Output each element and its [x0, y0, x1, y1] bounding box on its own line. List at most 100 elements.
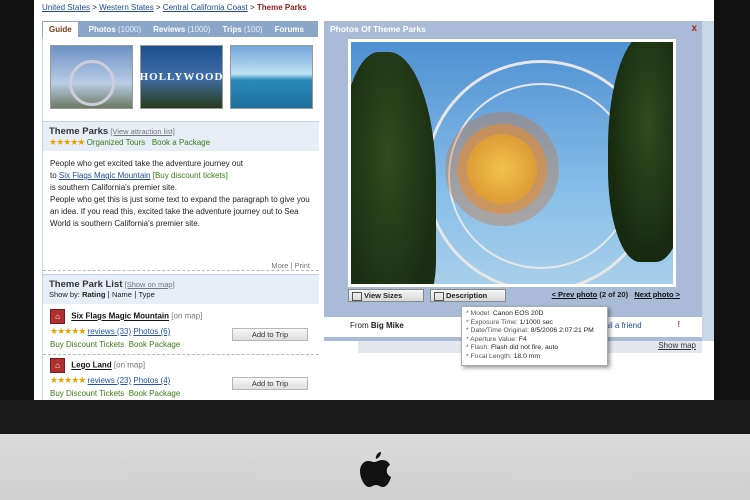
- thumbnail-dolphins[interactable]: [230, 45, 313, 109]
- flag-icon[interactable]: !: [677, 320, 680, 329]
- park-name-link[interactable]: Six Flags Magic Mountain: [71, 312, 169, 321]
- tab-reviews[interactable]: Reviews (1000): [151, 25, 212, 34]
- browser-screen: United States > Western States > Central…: [34, 0, 714, 400]
- buy-discount-tickets-link[interactable]: Buy Discount Tickets: [50, 389, 124, 398]
- sort-name[interactable]: Name: [112, 290, 132, 299]
- breadcrumb-item[interactable]: United States: [42, 3, 90, 12]
- photos-link[interactable]: Photos (4): [133, 376, 170, 385]
- theme-park-list-header: Theme Park List [Show on map] Show by: R…: [43, 274, 319, 304]
- description-button[interactable]: Description: [430, 289, 506, 302]
- exif-key: * Focal Length:: [466, 352, 512, 360]
- exif-value: Canon EOS 20D: [492, 310, 544, 317]
- add-to-trip-button[interactable]: Add to Trip: [232, 377, 308, 390]
- description-text: to: [50, 171, 57, 180]
- book-package-link[interactable]: Book Package: [129, 389, 181, 398]
- tab-guide[interactable]: Guide: [42, 21, 79, 37]
- more-link[interactable]: More: [271, 261, 288, 270]
- show-on-map-link[interactable]: [Show on map]: [125, 280, 175, 289]
- buy-discount-tickets-link[interactable]: Buy Discount Tickets: [50, 340, 124, 349]
- print-link[interactable]: Print: [295, 261, 310, 270]
- exif-value: 18.0 mm: [513, 352, 541, 360]
- six-flags-link[interactable]: Six Flags Magic Mountain: [59, 171, 151, 180]
- next-photo-link[interactable]: Next photo >: [634, 290, 680, 299]
- show-map-link[interactable]: Show map: [658, 341, 696, 350]
- rating-stars-empty: ★★: [71, 375, 86, 385]
- from-label: From: [350, 321, 369, 330]
- add-to-trip-button[interactable]: Add to Trip: [232, 328, 308, 341]
- tab-bar: Guide Photos (1000) Reviews (1000) Trips…: [42, 21, 318, 37]
- exif-row: * Flash: Flash did not fire, auto: [466, 344, 603, 353]
- rating-stars: ★★★: [50, 375, 72, 385]
- exif-row: * Exposure Time: 1/1000 sec: [466, 319, 603, 328]
- breadcrumb-item[interactable]: Central California Coast: [163, 3, 248, 12]
- list-item-actions: Buy Discount Tickets Book Package: [50, 389, 312, 398]
- guide-panel: HOLLYWOOD Theme Parks [View attraction l…: [42, 37, 319, 400]
- view-attraction-list-link[interactable]: [View attraction list]: [110, 127, 174, 136]
- book-package-link[interactable]: Book a Package: [152, 138, 210, 147]
- sort-rating[interactable]: Rating: [82, 290, 105, 299]
- tab-trips-label: Trips: [222, 24, 242, 34]
- close-icon[interactable]: x: [691, 23, 697, 34]
- exif-key: * Date/Time Original:: [466, 327, 529, 334]
- on-map-link[interactable]: [on map]: [171, 312, 202, 321]
- list-item: ⌂ Six Flags Magic Mountain [on map] ★★★★…: [50, 309, 312, 349]
- reviews-link[interactable]: reviews (23): [88, 376, 132, 385]
- divider: [43, 354, 319, 355]
- tab-trips[interactable]: Trips (100): [221, 25, 265, 34]
- tab-photos-label: Photos: [88, 24, 116, 34]
- thumbnail-globe[interactable]: [50, 45, 133, 109]
- exif-value: F4: [518, 335, 527, 343]
- separator: |: [290, 261, 293, 270]
- tab-trips-count: (100): [243, 24, 263, 34]
- park-icon: ⌂: [50, 309, 65, 324]
- photo-author-link[interactable]: Big Mike: [371, 321, 404, 330]
- photo-controls: View Sizes Description < Prev photo (2 o…: [348, 289, 680, 303]
- view-sizes-button[interactable]: View Sizes: [348, 289, 424, 302]
- show-by-label: Show by:: [49, 290, 80, 299]
- buy-discount-tickets-link[interactable]: [Buy discount tickets]: [153, 171, 228, 180]
- photo-viewer-panel: Photos Of Theme Parks x View Sizes Descr…: [324, 21, 702, 341]
- tab-reviews-label: Reviews: [153, 24, 186, 34]
- main-photo[interactable]: [348, 39, 676, 287]
- tab-photos[interactable]: Photos (1000): [87, 25, 143, 34]
- list-item-title-row: ⌂ Lego Land [on map]: [50, 358, 312, 373]
- exif-value: 1/1000 sec: [519, 318, 553, 326]
- description-line: People who get excited take the adventur…: [50, 159, 244, 168]
- park-icon: ⌂: [50, 358, 65, 373]
- exif-key: * Exposure Time:: [466, 318, 518, 326]
- exif-key: * Model:: [466, 310, 491, 317]
- list-title: Theme Park List: [49, 279, 123, 290]
- exif-row: * Aperture Value: F4: [466, 336, 603, 345]
- on-map-link[interactable]: [on map]: [114, 361, 145, 370]
- park-name-link[interactable]: Lego Land: [71, 361, 111, 370]
- exif-row: * Model: Canon EOS 20D: [466, 310, 603, 319]
- hollywood-sign-text: HOLLYWOOD: [139, 71, 224, 83]
- exif-key: * Aperture Value:: [466, 335, 517, 343]
- thumbnail-hollywood[interactable]: HOLLYWOOD: [140, 45, 223, 109]
- tab-forums[interactable]: Forums: [273, 25, 306, 34]
- organized-tours-link[interactable]: Organized Tours: [87, 138, 146, 147]
- list-item-actions: Buy Discount Tickets Book Package: [50, 340, 312, 349]
- divider: [43, 270, 319, 271]
- list-item: ⌂ Lego Land [on map] ★★★★★ reviews (23) …: [50, 358, 312, 398]
- exif-row: * Focal Length: 18.0 mm: [466, 353, 603, 362]
- tree-shape: [351, 52, 436, 284]
- attraction-description: People who get excited take the adventur…: [50, 158, 312, 230]
- description-line: is southern California's premier site.: [50, 183, 177, 192]
- sort-type[interactable]: Type: [139, 290, 155, 299]
- prev-photo-link[interactable]: < Prev photo: [552, 290, 598, 299]
- photos-link[interactable]: Photos (6): [133, 327, 170, 336]
- photo-counter: (2 of 20): [599, 290, 629, 299]
- exif-tooltip: * Model: Canon EOS 20D * Exposure Time: …: [461, 306, 608, 366]
- photo-viewer-title: Photos Of Theme Parks: [330, 24, 426, 34]
- breadcrumb: United States > Western States > Central…: [42, 3, 307, 12]
- apple-logo-icon: [360, 452, 391, 487]
- attraction-title: Theme Parks: [49, 126, 109, 137]
- attraction-header: Theme Parks [View attraction list] ★★★★★…: [43, 121, 319, 151]
- reviews-link[interactable]: reviews (33): [88, 327, 132, 336]
- book-package-link[interactable]: Book Package: [129, 340, 181, 349]
- thumbnail-strip: HOLLYWOOD: [50, 45, 313, 109]
- breadcrumb-item[interactable]: Western States: [99, 3, 154, 12]
- more-print-links: More | Print: [271, 261, 310, 270]
- rating-stars: ★★★★★: [50, 326, 86, 336]
